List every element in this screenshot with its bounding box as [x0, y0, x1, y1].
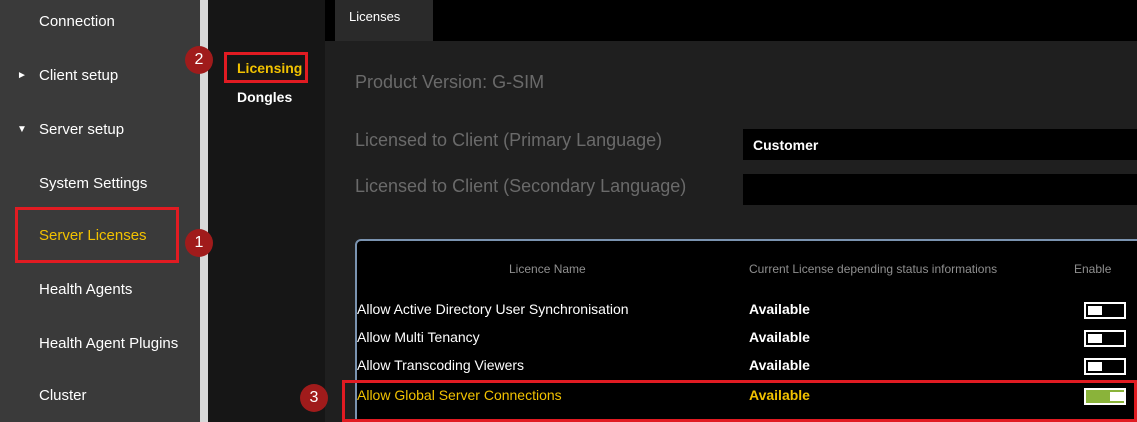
sidebar-item-client-setup[interactable]: ► Client setup	[0, 48, 200, 102]
caret-right-icon: ►	[17, 69, 27, 81]
table-row-status: Available	[749, 329, 810, 345]
enable-toggle[interactable]	[1084, 358, 1126, 375]
sidebar-item-label: Connection	[39, 12, 115, 30]
sidebar-item-label: Server setup	[39, 120, 125, 138]
secondary-language-label: Licensed to Client (Secondary Language)	[355, 176, 687, 196]
toggle-knob	[1088, 334, 1102, 343]
column-header-enable: Enable	[1074, 262, 1112, 276]
table-row-name: Allow Multi Tenancy	[357, 329, 480, 345]
annotation-badge: 1	[185, 229, 213, 257]
column-header-status: Current License depending status informa…	[749, 262, 998, 276]
primary-language-label: Licensed to Client (Primary Language)	[355, 130, 663, 150]
enable-toggle[interactable]	[1084, 302, 1126, 319]
secondary-language-field[interactable]	[743, 174, 1137, 205]
toggle-knob	[1088, 362, 1102, 371]
annotation-highlight-box	[224, 52, 308, 83]
sidebar-item-label: Client setup	[39, 66, 119, 84]
toggle-knob	[1088, 306, 1102, 315]
enable-toggle[interactable]	[1084, 330, 1126, 347]
table-row-name: Allow Active Directory User Synchronisat…	[357, 301, 629, 317]
annotation-highlight-box	[15, 207, 179, 263]
subnav-item-dongles[interactable]: Dongles	[237, 89, 292, 105]
sidebar-item-cluster[interactable]: Cluster	[0, 368, 200, 422]
column-header-licence-name: Licence Name	[509, 262, 586, 276]
sidebar-item-system-settings[interactable]: System Settings	[0, 156, 200, 210]
annotation-highlight-box	[342, 380, 1137, 422]
sidebar-item-label: Health Agent Plugins	[39, 334, 179, 352]
table-row-status: Available	[749, 301, 810, 317]
sidebar-item-label: Cluster	[39, 386, 87, 404]
tab-bar: Licenses	[325, 0, 1137, 41]
sidebar-item-server-setup[interactable]: ▼ Server setup	[0, 102, 200, 156]
sidebar-item-label: System Settings	[39, 174, 148, 192]
primary-language-field[interactable]: Customer	[743, 129, 1137, 160]
sidebar-item-label: Health Agents	[39, 280, 133, 298]
table-row-status: Available	[749, 357, 810, 373]
main-panel: Licenses Product Version: G-SIM Licensed…	[325, 0, 1137, 422]
annotation-badge: 2	[185, 46, 213, 74]
sidebar-item-health-agents[interactable]: Health Agents	[0, 262, 200, 316]
tab-licenses[interactable]: Licenses	[335, 0, 433, 41]
sidebar-item-connection[interactable]: Connection	[0, 0, 200, 48]
sidebar-item-health-agent-plugins[interactable]: Health Agent Plugins	[0, 316, 200, 370]
annotation-badge: 3	[300, 384, 328, 412]
product-version: Product Version: G-SIM	[355, 72, 545, 92]
caret-down-icon: ▼	[17, 123, 27, 135]
table-row-name: Allow Transcoding Viewers	[357, 357, 525, 373]
